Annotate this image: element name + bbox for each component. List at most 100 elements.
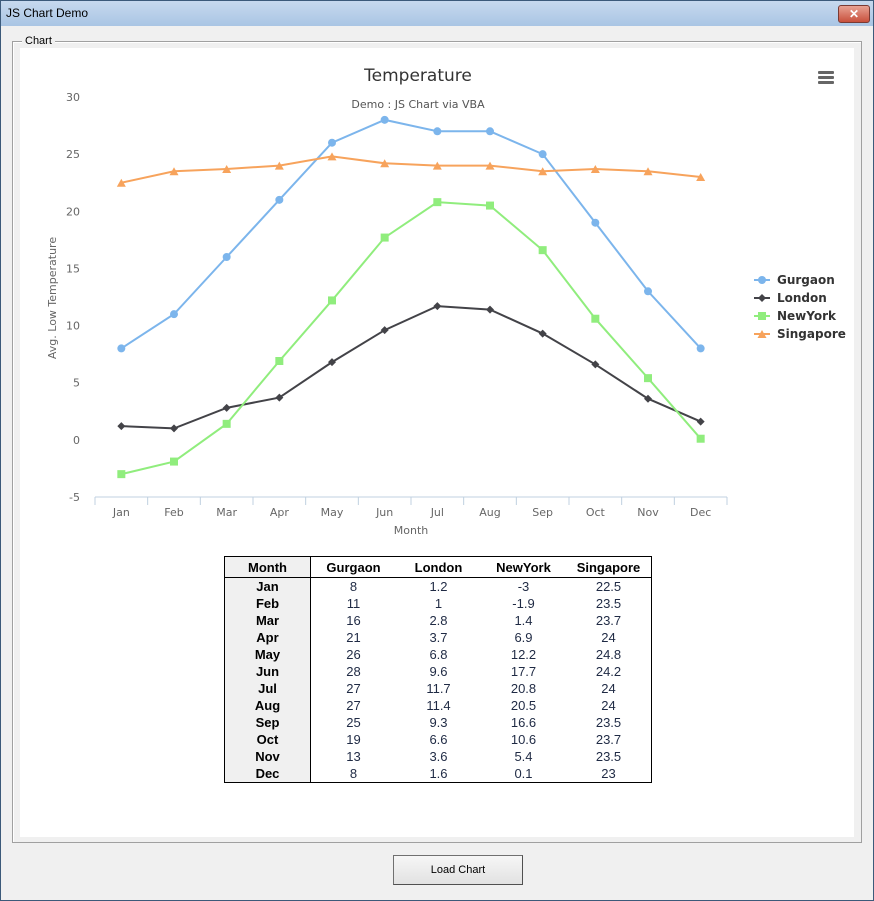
- data-point[interactable]: [222, 253, 231, 261]
- value-cell: 17.7: [510, 664, 537, 679]
- data-point[interactable]: [380, 115, 389, 124]
- data-point[interactable]: [380, 233, 389, 242]
- legend-item-gurgaon[interactable]: Gurgaon: [754, 273, 835, 287]
- data-point[interactable]: [275, 195, 284, 204]
- data-point[interactable]: [486, 201, 494, 210]
- data-point[interactable]: [486, 305, 494, 314]
- x-tick-label: Jun: [375, 506, 393, 519]
- data-point[interactable]: [117, 470, 126, 479]
- value-cell: 16: [346, 613, 361, 628]
- data-point[interactable]: [591, 314, 600, 323]
- row-month-cell: Jan: [224, 577, 311, 595]
- value-cell: 11.4: [426, 698, 451, 713]
- value-cell: 23.7: [595, 613, 622, 628]
- table-row: Jan 8 1.2 -3 22.5: [224, 577, 652, 595]
- close-icon: ✕: [848, 7, 860, 21]
- data-point[interactable]: [644, 374, 652, 383]
- legend-item-london[interactable]: London: [754, 291, 827, 305]
- x-tick-label: Oct: [586, 506, 606, 519]
- value-cell: 11.7: [426, 681, 451, 696]
- y-tick-label: 5: [73, 377, 80, 390]
- value-cell: 23.7: [595, 732, 622, 747]
- value-cell: 1.4: [514, 613, 533, 628]
- row-month-cell: Mar: [224, 612, 311, 629]
- value-cell: 27: [346, 681, 361, 696]
- row-month-cell: Sep: [224, 714, 311, 731]
- data-point[interactable]: [275, 357, 284, 365]
- value-cell: 24: [601, 630, 616, 645]
- value-cell: 24.8: [595, 647, 622, 662]
- value-cell: 24: [601, 681, 616, 696]
- data-point[interactable]: [538, 329, 547, 338]
- x-tick-label: Apr: [270, 506, 290, 519]
- x-tick-label: Aug: [479, 506, 500, 519]
- data-point[interactable]: [170, 310, 178, 319]
- value-cell: 19: [346, 732, 361, 747]
- value-cell: 9.3: [429, 715, 448, 730]
- legend-label: London: [777, 291, 827, 305]
- value-cell: 16.6: [510, 715, 537, 730]
- chart-title: Temperature: [363, 66, 472, 86]
- data-point[interactable]: [538, 246, 547, 255]
- data-point[interactable]: [222, 403, 231, 412]
- y-tick-label: 20: [66, 205, 80, 218]
- legend-item-singapore[interactable]: Singapore: [754, 327, 846, 341]
- data-point[interactable]: [222, 419, 231, 428]
- value-cell: 20.5: [510, 698, 537, 713]
- value-cell: 1.2: [429, 579, 448, 594]
- window-title: JS Chart Demo: [6, 6, 89, 20]
- row-month-cell: Nov: [224, 748, 311, 765]
- table-row: Nov 13 3.6 5.4 23.5: [224, 748, 652, 765]
- data-point[interactable]: [538, 150, 547, 159]
- data-point[interactable]: [433, 127, 442, 136]
- series-singapore: [116, 152, 706, 187]
- data-point[interactable]: [696, 344, 705, 353]
- series-london: [117, 302, 705, 433]
- data-point[interactable]: [486, 127, 494, 136]
- legend-marker-icon: [758, 312, 766, 320]
- load-chart-button[interactable]: Load Chart: [393, 855, 523, 885]
- x-tick-label: Nov: [637, 506, 659, 519]
- data-point[interactable]: [591, 218, 600, 227]
- data-point[interactable]: [696, 417, 705, 426]
- data-point[interactable]: [170, 424, 178, 433]
- value-cell: 24: [601, 698, 616, 713]
- table-row: Apr 21 3.7 6.9 24: [224, 629, 652, 646]
- data-point[interactable]: [170, 457, 178, 466]
- value-cell: 23.5: [595, 749, 622, 764]
- close-button[interactable]: ✕: [838, 5, 870, 23]
- table-row: Mar 16 2.8 1.4 23.7: [224, 612, 652, 629]
- chart-canvas: Temperature Demo : JS Chart via VBA Avg.…: [20, 48, 854, 837]
- value-cell: 1.6: [429, 766, 448, 781]
- value-cell: 22.5: [595, 579, 622, 594]
- value-cell: 8: [349, 579, 358, 594]
- data-point[interactable]: [433, 302, 442, 311]
- data-point[interactable]: [117, 344, 126, 353]
- hamburger-menu-icon[interactable]: [818, 71, 834, 84]
- value-cell: 6.8: [429, 647, 448, 662]
- column-header: London: [396, 556, 481, 578]
- data-point[interactable]: [696, 434, 705, 443]
- column-header: Gurgaon: [310, 556, 396, 578]
- x-tick-label: May: [321, 506, 344, 519]
- series-line: [121, 305, 702, 430]
- x-tick-label: Dec: [690, 506, 711, 519]
- value-cell: 2.8: [429, 613, 448, 628]
- y-tick-label: -5: [69, 491, 80, 504]
- value-cell: 26: [346, 647, 361, 662]
- row-month-cell: Jul: [224, 680, 311, 697]
- title-bar: JS Chart Demo ✕: [1, 1, 873, 26]
- y-axis-title: Avg. Low Temperature: [46, 237, 59, 359]
- x-tick-label: Jan: [112, 506, 130, 519]
- row-month-cell: Jun: [224, 663, 311, 680]
- data-point[interactable]: [328, 138, 336, 147]
- value-cell: 25: [346, 715, 361, 730]
- y-tick-label: 30: [66, 91, 80, 104]
- data-point[interactable]: [433, 198, 442, 207]
- data-point[interactable]: [328, 296, 336, 305]
- data-point[interactable]: [644, 287, 652, 296]
- row-month-cell: Oct: [224, 731, 311, 748]
- legend-item-newyork[interactable]: NewYork: [754, 309, 837, 323]
- table-row: Feb 11 1 -1.9 23.5: [224, 595, 652, 612]
- data-point[interactable]: [117, 422, 126, 431]
